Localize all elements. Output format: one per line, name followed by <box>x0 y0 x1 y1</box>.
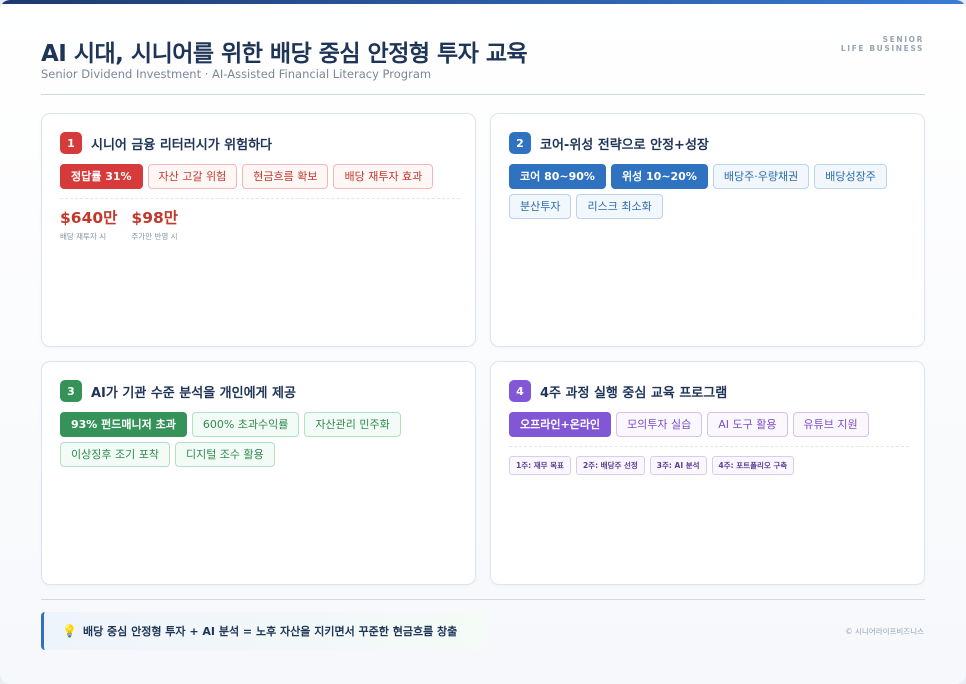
tag-chip: AI 도구 활용 <box>707 412 788 437</box>
card-number-badge: 3 <box>60 380 82 402</box>
tag-chip: 자산 고갈 위험 <box>147 164 238 189</box>
tag-list: 오프라인+온라인 모의투자 실습 AI 도구 활용 유튜브 지원 <box>509 412 909 437</box>
card-number-badge: 4 <box>509 380 531 402</box>
brand-line-2: LIFE BUSINESS <box>840 44 924 53</box>
card-title: 코어-위성 전략으로 안정+성장 <box>540 137 709 153</box>
tag-chip: 분산투자 <box>509 194 572 219</box>
week-chip: 1주: 재무 목표 <box>509 456 571 475</box>
stat-label: 주가만 반영 시 <box>131 232 178 241</box>
slide: AI 시대, 시니어를 위한 배당 중심 안정형 투자 교육 Senior Di… <box>0 0 966 684</box>
stat-label: 배당 재투자 시 <box>60 232 107 241</box>
tag-chip: 오프라인+온라인 <box>509 412 612 437</box>
card-header: 3 AI가 기관 수준 분석을 개인에게 제공 <box>60 380 296 402</box>
tag-chip: 배당 재투자 효과 <box>333 164 434 189</box>
tag-list: 코어 80~90% 위성 10~20% 배당주·우량채권 배당성장주 분산투자 … <box>509 164 909 219</box>
stat-value: $98만 <box>131 209 179 227</box>
card-ai-analysis: 3 AI가 기관 수준 분석을 개인에게 제공 93% 펀드매니저 초과 600… <box>41 361 476 585</box>
brand-line-1: SENIOR <box>882 35 924 44</box>
tag-chip: 93% 펀드매니저 초과 <box>60 412 187 437</box>
card-header: 1 시니어 금융 리터러시가 위험하다 <box>60 132 272 154</box>
footer-divider <box>41 599 925 600</box>
card-number-badge: 2 <box>509 132 531 154</box>
tag-chip: 현금흐름 확보 <box>242 164 329 189</box>
card-number-badge: 1 <box>60 132 82 154</box>
dashed-divider <box>60 198 460 199</box>
tag-list: 정답률 31% 자산 고갈 위험 현금흐름 확보 배당 재투자 효과 <box>60 164 460 189</box>
tag-chip: 이상징후 조기 포착 <box>60 442 170 467</box>
summary-callout: 💡 배당 중심 안정형 투자 + AI 분석 = 노후 자산을 지키면서 꾸준한… <box>41 612 487 650</box>
tag-chip: 유튜브 지원 <box>792 412 869 437</box>
tag-chip: 디지털 조수 활용 <box>174 442 275 467</box>
brand-mark: SENIOR LIFE BUSINESS <box>841 35 924 53</box>
tag-chip: 배당주·우량채권 <box>712 164 810 189</box>
stat-reinvest: $640만 배당 재투자 시 <box>60 206 117 242</box>
page-subtitle: Senior Dividend Investment · AI-Assisted… <box>41 67 432 81</box>
tag-chip: 모의투자 실습 <box>616 412 703 437</box>
lightbulb-icon: 💡 <box>62 624 77 638</box>
week-list: 1주: 재무 목표 2주: 배당주 선정 3주: AI 분석 4주: 포트폴리오… <box>509 456 795 475</box>
week-chip: 2주: 배당주 선정 <box>575 456 645 475</box>
top-accent-bar <box>0 0 966 4</box>
tag-chip: 코어 80~90% <box>509 164 606 189</box>
summary-text: 배당 중심 안정형 투자 + AI 분석 = 노후 자산을 지키면서 꾸준한 현… <box>82 625 458 638</box>
dashed-divider <box>509 446 909 447</box>
card-program: 4 4주 과정 실행 중심 교육 프로그램 오프라인+온라인 모의투자 실습 A… <box>490 361 925 585</box>
card-header: 4 4주 과정 실행 중심 교육 프로그램 <box>509 380 727 402</box>
tag-chip: 600% 초과수익률 <box>191 412 300 437</box>
header-divider <box>41 94 925 95</box>
stat-group: $640만 배당 재투자 시 $98만 주가만 반영 시 <box>60 206 178 242</box>
tag-chip: 리스크 최소화 <box>576 194 663 219</box>
card-header: 2 코어-위성 전략으로 안정+성장 <box>509 132 709 154</box>
week-chip: 4주: 포트폴리오 구축 <box>711 456 795 475</box>
stat-value: $640만 <box>60 209 118 227</box>
stat-price-only: $98만 주가만 반영 시 <box>131 206 178 242</box>
card-title: AI가 기관 수준 분석을 개인에게 제공 <box>91 385 296 401</box>
card-title: 시니어 금융 리터러시가 위험하다 <box>91 137 273 153</box>
tag-chip: 자산관리 민주화 <box>304 412 401 437</box>
tag-list: 93% 펀드매니저 초과 600% 초과수익률 자산관리 민주화 이상징후 조기… <box>60 412 460 467</box>
card-title: 4주 과정 실행 중심 교육 프로그램 <box>540 385 728 401</box>
tag-chip: 배당성장주 <box>814 164 887 189</box>
tag-chip: 위성 10~20% <box>610 164 708 189</box>
card-core-satellite: 2 코어-위성 전략으로 안정+성장 코어 80~90% 위성 10~20% 배… <box>490 113 925 347</box>
copyright-note: © 시니어라이프비즈니스 <box>845 627 924 636</box>
card-literacy: 1 시니어 금융 리터러시가 위험하다 정답률 31% 자산 고갈 위험 현금흐… <box>41 113 476 347</box>
tag-chip: 정답률 31% <box>60 164 143 189</box>
week-chip: 3주: AI 분석 <box>649 456 707 475</box>
page-title: AI 시대, 시니어를 위한 배당 중심 안정형 투자 교육 <box>41 41 528 67</box>
